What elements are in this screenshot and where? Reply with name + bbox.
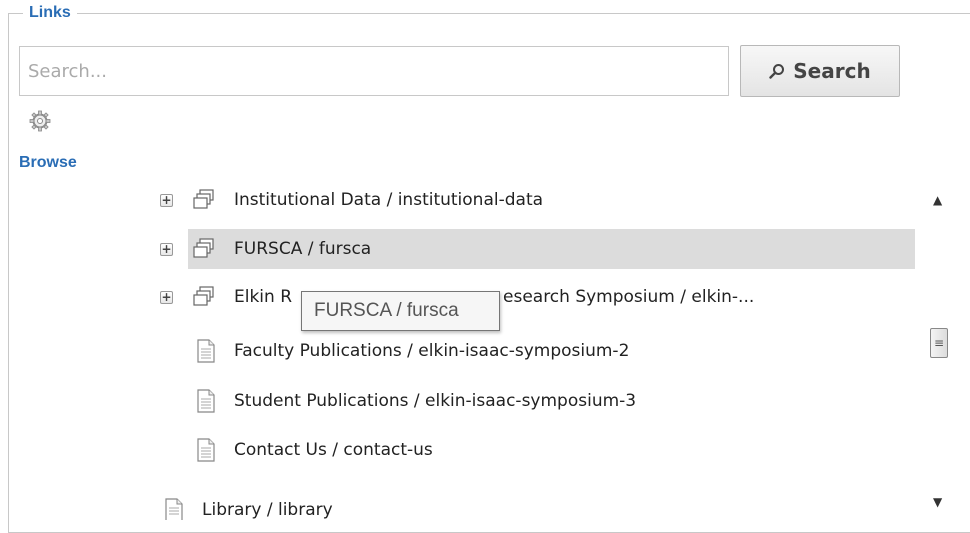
gear-icon[interactable]	[29, 110, 51, 132]
scroll-down-icon[interactable]: ▼	[933, 495, 942, 509]
tree-item-label-tail: esearch Symposium / elkin-...	[503, 287, 755, 307]
tree-item-label: FURSCA / fursca	[234, 239, 372, 259]
tree-scrollbar[interactable]: ▲ ≡ ▼	[920, 175, 960, 520]
tree-item-fursca-content[interactable]: + FURSCA / fursca	[150, 229, 915, 269]
tree-item-label: Elkin R	[234, 287, 293, 307]
tree-item-elkin-research-symposium[interactable]: + Elkin R esearch Symposium / elkin-...	[150, 277, 915, 317]
tooltip: FURSCA / fursca	[301, 291, 500, 331]
folder-stack-icon	[193, 189, 214, 209]
links-legend: Links	[23, 4, 77, 22]
tree-item-label: Student Publications / elkin-isaac-sympo…	[234, 391, 637, 411]
folder-stack-icon	[193, 286, 214, 306]
tree-item-library[interactable]: Library / library	[150, 490, 915, 520]
search-button[interactable]: Search	[740, 45, 900, 97]
scroll-thumb[interactable]: ≡	[930, 328, 948, 358]
tree-item-label: Contact Us / contact-us	[234, 440, 433, 460]
browse-tree: + Institutional Data / institutional-dat…	[150, 175, 920, 520]
scroll-up-icon[interactable]: ▲	[933, 193, 942, 207]
browse-heading: Browse	[19, 154, 77, 171]
folder-stack-icon	[193, 238, 214, 258]
page-icon	[197, 339, 215, 363]
expand-icon[interactable]: +	[160, 242, 173, 256]
page-icon	[197, 438, 215, 462]
page-icon	[165, 498, 183, 520]
search-input[interactable]	[19, 46, 729, 96]
page-icon	[197, 389, 215, 413]
tree-item-contact-us[interactable]: Contact Us / contact-us	[150, 430, 915, 470]
expand-icon[interactable]: +	[160, 193, 173, 207]
tree-item-institutional-data[interactable]: + Institutional Data / institutional-dat…	[150, 180, 915, 220]
tree-item-label: Institutional Data / institutional-data	[234, 190, 544, 210]
search-icon	[769, 64, 785, 79]
tree-item-label: Library / library	[202, 500, 333, 520]
search-button-label: Search	[793, 59, 871, 83]
tree-item-student-publications[interactable]: Student Publications / elkin-isaac-sympo…	[150, 381, 915, 421]
expand-icon[interactable]: +	[160, 290, 173, 304]
tree-item-faculty-publications[interactable]: Faculty Publications / elkin-isaac-sympo…	[150, 331, 915, 371]
tree-item-label: Faculty Publications / elkin-isaac-sympo…	[234, 341, 630, 361]
